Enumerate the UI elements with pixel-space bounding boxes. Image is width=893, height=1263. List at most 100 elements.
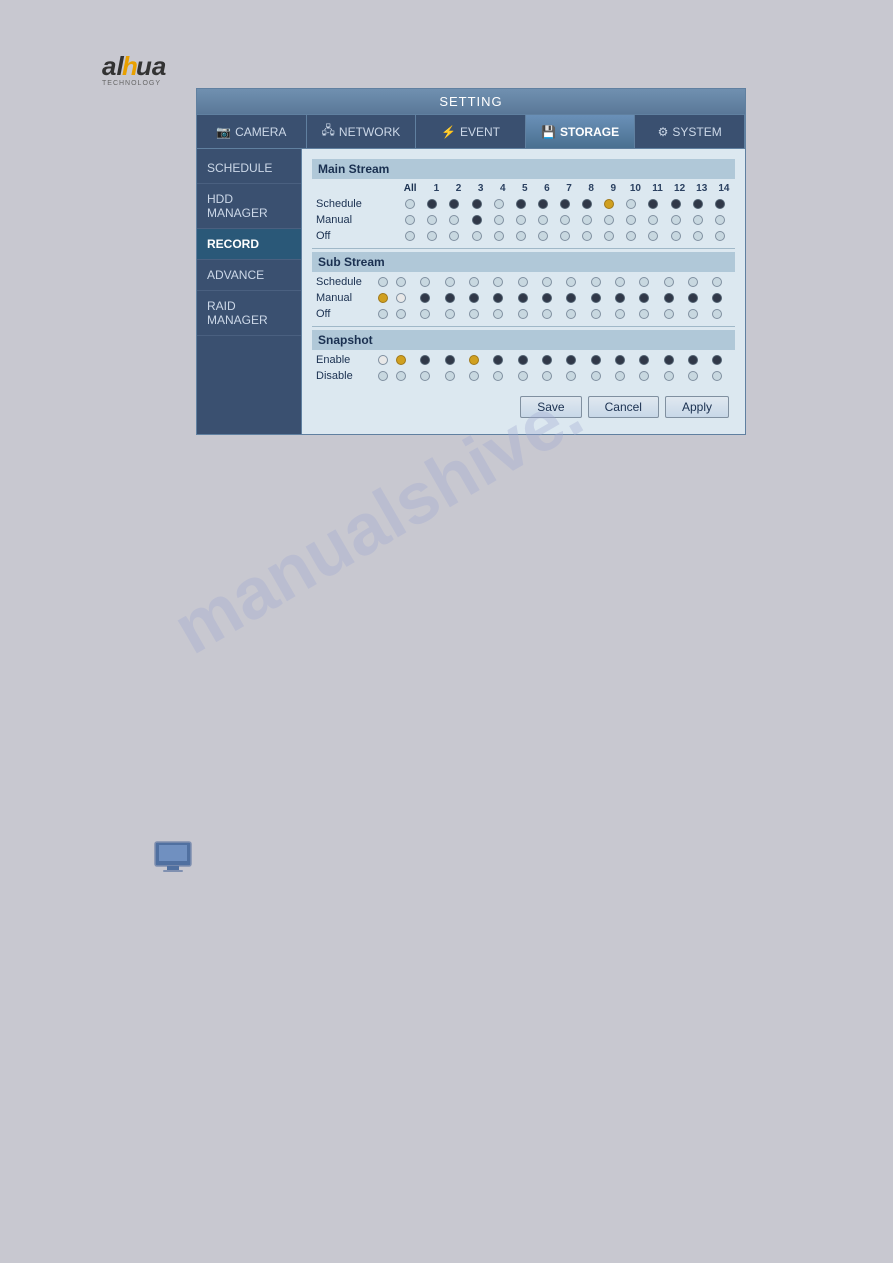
sub-schedule-ch1[interactable] [396, 277, 406, 287]
main-off-ch14[interactable] [715, 231, 725, 241]
main-off-ch8[interactable] [582, 231, 592, 241]
main-schedule-ch13[interactable] [693, 199, 703, 209]
snapshot-enable-ch1[interactable] [396, 355, 406, 365]
sub-off-ch7[interactable] [542, 309, 552, 319]
sub-off-ch5[interactable] [493, 309, 503, 319]
main-off-ch2[interactable] [449, 231, 459, 241]
snapshot-enable-ch3[interactable] [445, 355, 455, 365]
sub-manual-ch6[interactable] [518, 293, 528, 303]
sidebar-item-advance[interactable]: ADVANCE [197, 260, 301, 291]
tab-camera[interactable]: 📷 CAMERA [197, 115, 307, 148]
snapshot-disable-ch3[interactable] [445, 371, 455, 381]
sub-manual-ch8[interactable] [566, 293, 576, 303]
snapshot-enable-ch11[interactable] [639, 355, 649, 365]
sub-off-ch9[interactable] [591, 309, 601, 319]
sub-schedule-all-radio[interactable] [378, 277, 388, 287]
sub-schedule-ch5[interactable] [493, 277, 503, 287]
sub-schedule-ch3[interactable] [445, 277, 455, 287]
sub-schedule-ch7[interactable] [542, 277, 552, 287]
cancel-button[interactable]: Cancel [588, 396, 659, 418]
snapshot-disable-ch7[interactable] [542, 371, 552, 381]
main-off-ch6[interactable] [538, 231, 548, 241]
snapshot-disable-ch5[interactable] [493, 371, 503, 381]
sub-manual-ch7[interactable] [542, 293, 552, 303]
main-off-ch4[interactable] [494, 231, 504, 241]
sub-schedule-ch4[interactable] [469, 277, 479, 287]
sub-off-ch11[interactable] [639, 309, 649, 319]
main-manual-ch13[interactable] [693, 215, 703, 225]
sub-manual-ch9[interactable] [591, 293, 601, 303]
main-manual-ch2[interactable] [449, 215, 459, 225]
main-manual-ch7[interactable] [560, 215, 570, 225]
snapshot-disable-ch1[interactable] [396, 371, 406, 381]
snapshot-enable-ch7[interactable] [542, 355, 552, 365]
sub-off-ch6[interactable] [518, 309, 528, 319]
snapshot-enable-ch2[interactable] [420, 355, 430, 365]
sidebar-item-hdd-manager[interactable]: HDD MANAGER [197, 184, 301, 229]
sub-manual-all-radio[interactable] [378, 293, 388, 303]
main-schedule-ch9[interactable] [604, 199, 614, 209]
sub-schedule-ch14[interactable] [712, 277, 722, 287]
tab-storage[interactable]: 💾 STORAGE [526, 115, 636, 148]
main-off-ch9[interactable] [604, 231, 614, 241]
sub-off-ch12[interactable] [664, 309, 674, 319]
sub-schedule-ch13[interactable] [688, 277, 698, 287]
main-off-all-radio[interactable] [405, 231, 415, 241]
snapshot-disable-ch4[interactable] [469, 371, 479, 381]
sub-manual-ch1[interactable] [396, 293, 406, 303]
main-schedule-ch11[interactable] [648, 199, 658, 209]
snapshot-disable-ch14[interactable] [712, 371, 722, 381]
main-manual-ch14[interactable] [715, 215, 725, 225]
sub-manual-ch10[interactable] [615, 293, 625, 303]
sub-off-ch3[interactable] [445, 309, 455, 319]
main-manual-all-radio[interactable] [405, 215, 415, 225]
main-schedule-ch6[interactable] [538, 199, 548, 209]
main-schedule-ch8[interactable] [582, 199, 592, 209]
snapshot-enable-ch12[interactable] [664, 355, 674, 365]
main-off-ch1[interactable] [427, 231, 437, 241]
sub-schedule-ch8[interactable] [566, 277, 576, 287]
main-off-ch5[interactable] [516, 231, 526, 241]
sub-schedule-ch10[interactable] [615, 277, 625, 287]
sub-manual-ch4[interactable] [469, 293, 479, 303]
sub-off-ch13[interactable] [688, 309, 698, 319]
snapshot-enable-ch4[interactable] [469, 355, 479, 365]
sub-off-ch1[interactable] [396, 309, 406, 319]
snapshot-enable-ch8[interactable] [566, 355, 576, 365]
snapshot-disable-ch6[interactable] [518, 371, 528, 381]
main-schedule-ch5[interactable] [516, 199, 526, 209]
main-manual-ch4[interactable] [494, 215, 504, 225]
sub-off-all-radio[interactable] [378, 309, 388, 319]
sub-schedule-ch6[interactable] [518, 277, 528, 287]
sub-manual-ch2[interactable] [420, 293, 430, 303]
main-schedule-ch2[interactable] [449, 199, 459, 209]
sub-schedule-ch11[interactable] [639, 277, 649, 287]
snapshot-enable-ch6[interactable] [518, 355, 528, 365]
main-off-ch10[interactable] [626, 231, 636, 241]
main-off-ch7[interactable] [560, 231, 570, 241]
apply-button[interactable]: Apply [665, 396, 729, 418]
snapshot-disable-ch13[interactable] [688, 371, 698, 381]
sub-manual-ch11[interactable] [639, 293, 649, 303]
sub-manual-ch3[interactable] [445, 293, 455, 303]
main-schedule-all-radio[interactable] [405, 199, 415, 209]
main-manual-ch1[interactable] [427, 215, 437, 225]
snapshot-enable-ch9[interactable] [591, 355, 601, 365]
main-schedule-ch12[interactable] [671, 199, 681, 209]
main-off-ch11[interactable] [648, 231, 658, 241]
main-manual-ch3[interactable] [472, 215, 482, 225]
snapshot-enable-ch13[interactable] [688, 355, 698, 365]
main-manual-ch10[interactable] [626, 215, 636, 225]
sub-schedule-ch12[interactable] [664, 277, 674, 287]
main-manual-ch9[interactable] [604, 215, 614, 225]
snapshot-enable-ch14[interactable] [712, 355, 722, 365]
sub-schedule-ch9[interactable] [591, 277, 601, 287]
main-schedule-ch1[interactable] [427, 199, 437, 209]
snapshot-disable-ch2[interactable] [420, 371, 430, 381]
main-off-ch12[interactable] [671, 231, 681, 241]
sub-manual-ch5[interactable] [493, 293, 503, 303]
save-button[interactable]: Save [520, 396, 581, 418]
sub-manual-ch13[interactable] [688, 293, 698, 303]
tab-system[interactable]: ⚙ SYSTEM [635, 115, 745, 148]
main-schedule-ch7[interactable] [560, 199, 570, 209]
